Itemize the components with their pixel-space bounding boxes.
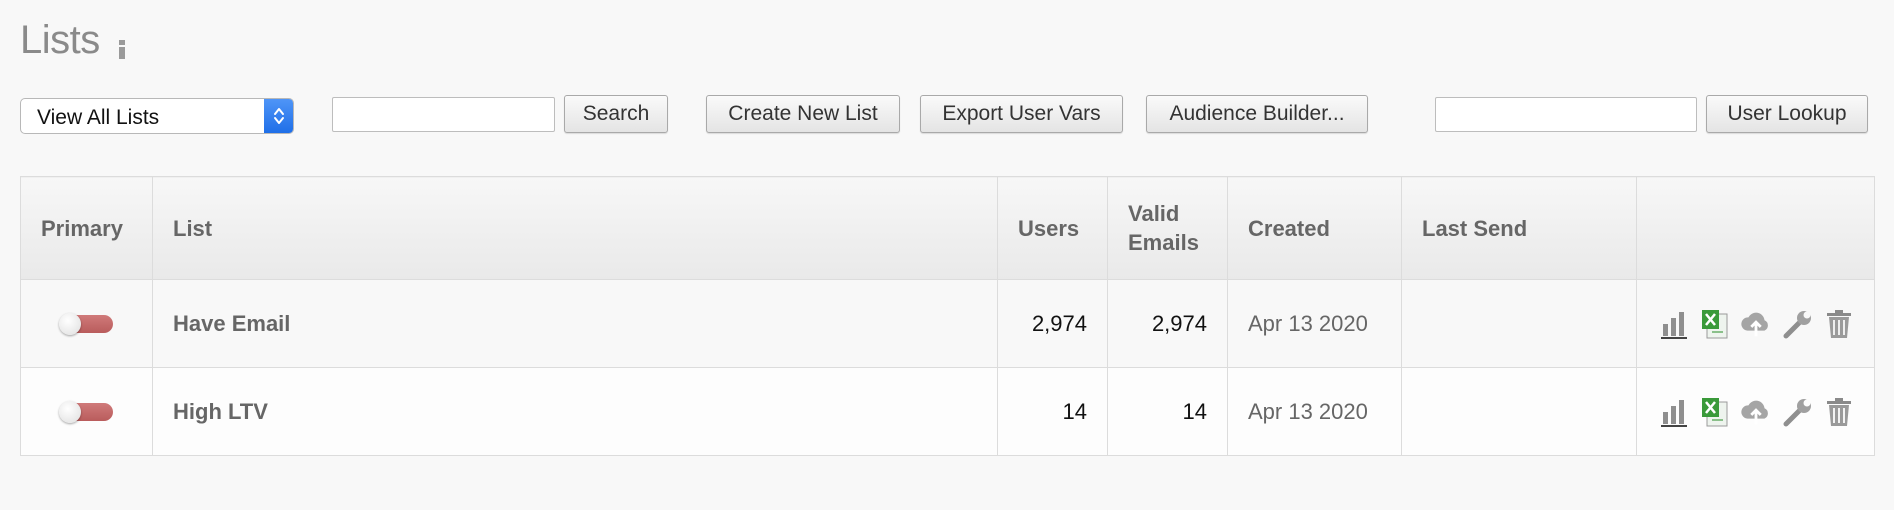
trash-icon[interactable]: [1823, 307, 1854, 341]
excel-export-icon[interactable]: [1699, 307, 1730, 341]
list-filter-select[interactable]: View All Lists: [20, 98, 294, 134]
column-header-list[interactable]: List: [152, 176, 998, 280]
cell-primary: [20, 367, 153, 456]
wrench-icon[interactable]: [1782, 395, 1814, 429]
column-header-actions: [1636, 176, 1875, 280]
column-header-primary[interactable]: Primary: [20, 176, 153, 280]
create-new-list-button[interactable]: Create New List: [706, 95, 900, 133]
cell-created: Apr 13 2020: [1227, 367, 1402, 456]
user-lookup-input[interactable]: [1435, 97, 1697, 132]
cloud-upload-icon[interactable]: [1739, 307, 1773, 341]
cell-last-send: [1401, 279, 1637, 368]
cell-users: 14: [997, 367, 1108, 456]
cell-primary: [20, 279, 153, 368]
cell-users: 2,974: [997, 279, 1108, 368]
cell-list-name[interactable]: High LTV: [152, 367, 998, 456]
audience-builder-button[interactable]: Audience Builder...: [1146, 95, 1368, 133]
list-filter-selected-value: View All Lists: [37, 106, 160, 129]
cell-valid-emails: 2,974: [1107, 279, 1228, 368]
table-row: High LTV 14 14 Apr 13 2020: [20, 367, 1875, 456]
table-row: Have Email 2,974 2,974 Apr 13 2020: [20, 279, 1875, 368]
cell-last-send: [1401, 367, 1637, 456]
table-header-row: Primary List Users Valid Emails Created …: [20, 176, 1875, 280]
export-user-vars-button[interactable]: Export User Vars: [920, 95, 1123, 133]
column-header-last-send[interactable]: Last Send: [1401, 176, 1637, 280]
primary-toggle[interactable]: [58, 312, 115, 335]
wrench-icon[interactable]: [1782, 307, 1814, 341]
excel-export-icon[interactable]: [1699, 395, 1730, 429]
column-header-users[interactable]: Users: [997, 176, 1108, 280]
bar-chart-icon[interactable]: [1659, 395, 1690, 429]
user-lookup-button[interactable]: User Lookup: [1706, 95, 1868, 133]
page-title: Lists: [20, 18, 100, 62]
search-input[interactable]: [332, 97, 555, 132]
info-icon[interactable]: [117, 38, 127, 60]
search-button[interactable]: Search: [564, 95, 668, 133]
bar-chart-icon[interactable]: [1659, 307, 1690, 341]
column-header-valid-emails-line1: Valid: [1128, 201, 1180, 226]
cell-list-name[interactable]: Have Email: [152, 279, 998, 368]
column-header-created[interactable]: Created: [1227, 176, 1402, 280]
chevron-up-down-icon[interactable]: [264, 99, 293, 133]
lists-table: Primary List Users Valid Emails Created …: [20, 176, 1875, 456]
column-header-valid-emails[interactable]: Valid Emails: [1107, 176, 1228, 280]
trash-icon[interactable]: [1823, 395, 1854, 429]
cell-actions: [1636, 279, 1875, 368]
cloud-upload-icon[interactable]: [1739, 395, 1773, 429]
cell-valid-emails: 14: [1107, 367, 1228, 456]
cell-actions: [1636, 367, 1875, 456]
cell-created: Apr 13 2020: [1227, 279, 1402, 368]
primary-toggle[interactable]: [58, 400, 115, 423]
column-header-valid-emails-line2: Emails: [1128, 230, 1199, 255]
